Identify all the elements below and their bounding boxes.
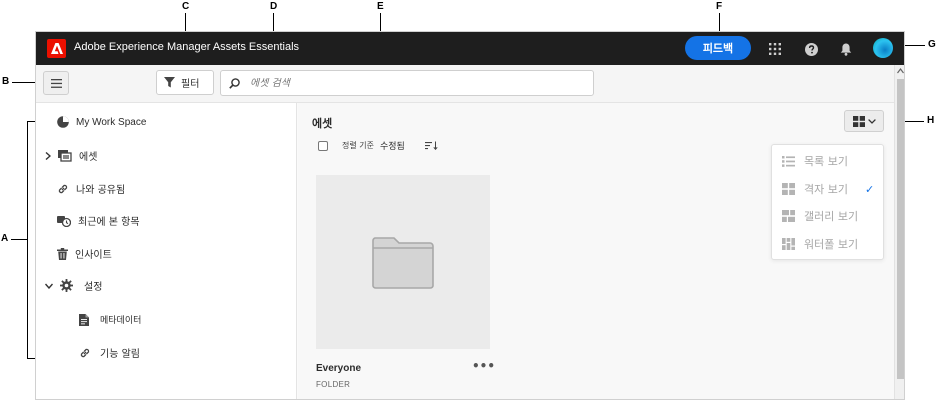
select-all-checkbox[interactable]: [318, 140, 328, 151]
help-icon[interactable]: [803, 41, 819, 57]
menu-item-gallery-view[interactable]: 갤러리 보기: [782, 208, 858, 224]
sidebar-item-my-work-space[interactable]: My Work Space: [57, 116, 146, 128]
link-icon: [80, 348, 90, 357]
workspace-icon: [57, 116, 69, 128]
list-view-icon: [782, 155, 795, 167]
search-input[interactable]: [250, 77, 550, 89]
menu-item-label: 격자 보기: [804, 183, 848, 196]
sidebar-item-label: 인사이트: [75, 250, 112, 261]
sort-order-icon[interactable]: [424, 141, 438, 150]
menu-item-waterfall-view[interactable]: 워터폴 보기: [782, 236, 858, 252]
main-content: 에셋 정렬 기준 수정됨 Everyone FOLDER ••• 목록 보기 격…: [298, 103, 894, 399]
callout-a: A: [1, 233, 9, 244]
document-icon: [79, 313, 89, 326]
feedback-button[interactable]: 피드백: [685, 36, 751, 60]
hamburger-icon: [50, 78, 62, 88]
chevron-down-icon: [867, 118, 876, 124]
callout-e: E: [377, 1, 384, 12]
folder-icon: [372, 236, 434, 289]
chevron-down-icon[interactable]: [45, 283, 53, 289]
filter-button-label: 필터: [181, 79, 200, 90]
gallery-view-icon: [782, 210, 795, 222]
search-field[interactable]: [220, 70, 594, 96]
filter-icon: [164, 77, 175, 88]
adobe-logo-icon[interactable]: [47, 39, 66, 58]
callout-c: C: [182, 1, 190, 12]
trash-icon: [57, 247, 68, 260]
sort-by-label: 정렬 기준: [342, 141, 374, 150]
app-title: Adobe Experience Manager Assets Essentia…: [74, 41, 300, 53]
toolbar: 필터: [36, 65, 894, 103]
waterfall-view-icon: [782, 238, 795, 250]
sidebar-item-label: 최근에 본 항목: [78, 217, 140, 228]
top-bar: Adobe Experience Manager Assets Essentia…: [36, 32, 904, 65]
sidebar: My Work Space 에셋 나와 공유됨 최근에 본 항목 인사이트 설정…: [36, 103, 297, 399]
more-actions-icon[interactable]: •••: [472, 359, 495, 373]
callout-d: D: [270, 1, 278, 12]
sidebar-item-label: 나와 공유됨: [76, 185, 126, 196]
callout-a-line: [11, 239, 27, 240]
callout-a-bracket-vertical: [27, 121, 28, 359]
search-icon: [229, 77, 240, 89]
sidebar-item-recently-viewed[interactable]: 최근에 본 항목: [57, 213, 140, 228]
sort-control: 정렬 기준 수정됨: [318, 139, 438, 152]
asset-card-folder[interactable]: [316, 175, 490, 349]
sidebar-item-label: My Work Space: [76, 116, 147, 128]
sidebar-item-label: 메타데이터: [100, 316, 142, 326]
menu-item-label: 목록 보기: [804, 155, 848, 168]
sidebar-item-label: 설정: [84, 282, 103, 293]
sidebar-item-insights[interactable]: 인사이트: [57, 246, 112, 261]
notification-bell-icon[interactable]: [838, 41, 854, 57]
page-title: 에셋: [312, 117, 333, 130]
callout-g: G: [928, 39, 936, 50]
sidebar-item-settings[interactable]: 설정: [45, 278, 102, 293]
sidebar-toggle-button[interactable]: [43, 71, 69, 95]
sidebar-item-label: 기능 알림: [100, 349, 140, 360]
view-options-menu: 목록 보기 격자 보기 ✓ 갤러리 보기 워터폴 보기: [771, 144, 884, 260]
gear-icon: [60, 279, 73, 292]
sort-by-dropdown[interactable]: 수정됨: [380, 139, 405, 152]
callout-h: H: [927, 115, 935, 126]
sidebar-item-label: 에셋: [79, 152, 98, 163]
app-window: Adobe Experience Manager Assets Essentia…: [35, 31, 905, 400]
sidebar-item-metadata[interactable]: 메타데이터: [79, 313, 141, 326]
menu-item-list-view[interactable]: 목록 보기: [782, 153, 848, 169]
link-icon: [58, 184, 68, 193]
scroll-up-arrow-icon[interactable]: [897, 68, 904, 74]
vertical-scrollbar[interactable]: [894, 65, 904, 399]
menu-item-label: 워터폴 보기: [804, 238, 859, 251]
user-avatar[interactable]: [873, 38, 893, 58]
sidebar-item-assets[interactable]: 에셋: [45, 148, 97, 163]
filter-button[interactable]: 필터: [156, 70, 214, 95]
chevron-right-icon[interactable]: [45, 151, 51, 160]
app-switcher-icon[interactable]: [767, 41, 783, 57]
view-switcher-button[interactable]: [844, 110, 884, 132]
sidebar-item-feature-notifications[interactable]: 기능 알림: [79, 345, 140, 360]
grid-view-icon: [782, 183, 795, 195]
assets-icon: [58, 149, 72, 162]
grid-view-icon: [852, 115, 865, 127]
asset-card-name[interactable]: Everyone: [316, 363, 361, 374]
callout-f: F: [716, 1, 723, 12]
checkmark-icon: ✓: [865, 183, 875, 196]
scrollbar-thumb[interactable]: [897, 79, 904, 379]
callout-b: B: [2, 76, 10, 87]
menu-item-grid-view[interactable]: 격자 보기: [782, 181, 848, 197]
asset-card-type: FOLDER: [316, 380, 351, 389]
sidebar-item-shared-with-me[interactable]: 나와 공유됨: [57, 181, 125, 196]
menu-item-label: 갤러리 보기: [804, 210, 859, 223]
recent-icon: [57, 216, 71, 227]
